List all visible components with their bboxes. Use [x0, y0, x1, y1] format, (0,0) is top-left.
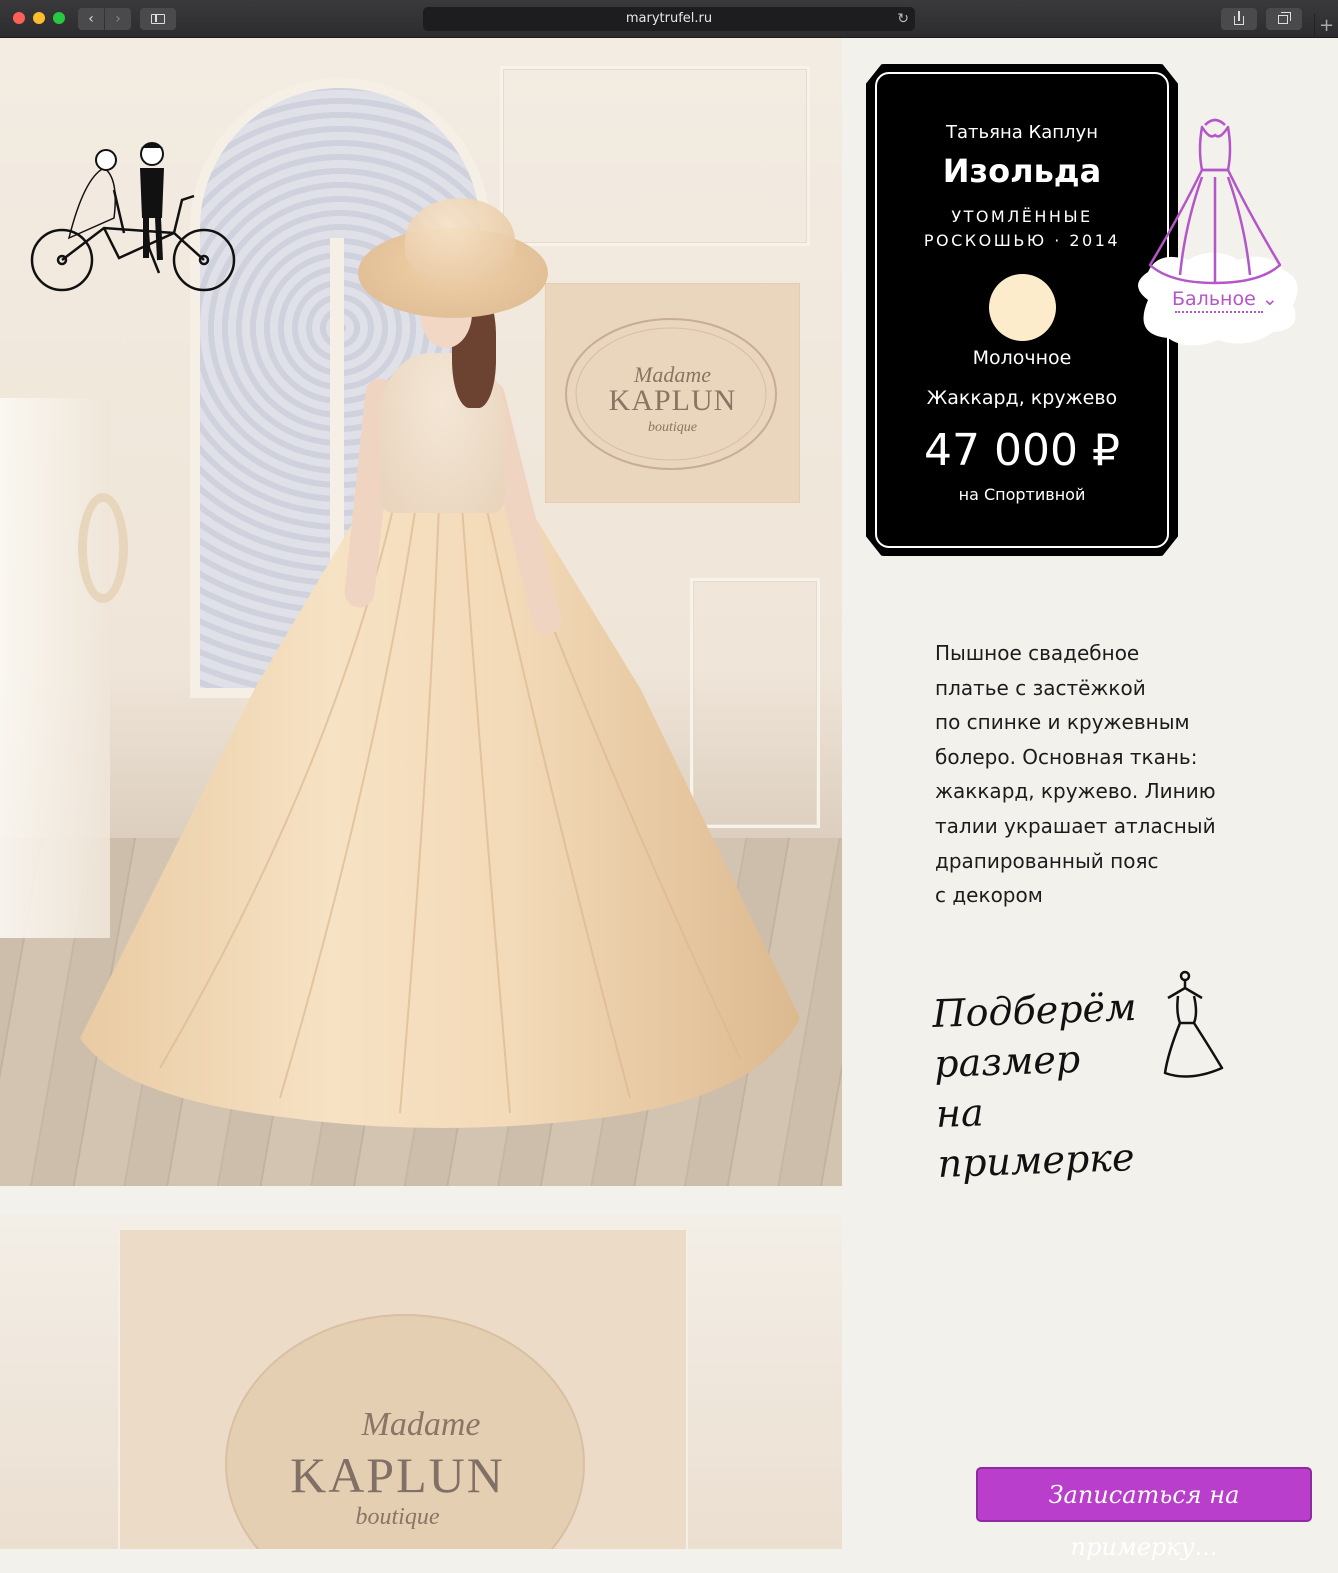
new-tab-button[interactable]: +: [1314, 14, 1338, 38]
sign-brand: KAPLUN: [608, 384, 737, 417]
sidebar-toggle-button[interactable]: [140, 8, 176, 30]
sign-script-2: Madame: [361, 1406, 481, 1443]
url-text: marytrufel.ru: [625, 11, 713, 26]
size-fitting-note: Подберём размер на примерке: [931, 984, 1138, 1186]
back-button[interactable]: ‹: [78, 8, 104, 30]
sidebar-icon: [151, 14, 165, 24]
close-window-button[interactable]: [13, 12, 25, 24]
browser-toolbar: ‹ › marytrufel.ru ↻ +: [0, 0, 1338, 38]
fabric: Жаккард, кружево: [926, 387, 1118, 409]
tandem-bicycle-logo[interactable]: [24, 138, 239, 298]
address-bar[interactable]: marytrufel.ru ↻: [423, 7, 915, 31]
ball-gown-icon[interactable]: [1140, 115, 1290, 290]
collection-name: УТОМЛЁННЫЕ РОСКОШЬЮ · 2014: [923, 207, 1121, 250]
book-fitting-button[interactable]: Записаться на примерку...: [976, 1467, 1312, 1561]
color-name: Молочное: [972, 347, 1072, 369]
chevron-right-icon: ›: [115, 11, 121, 27]
store-location: на Спортивной: [958, 485, 1086, 504]
dress-name: Изольда: [942, 152, 1102, 190]
sign-brand-2: KAPLUN: [290, 1447, 505, 1503]
sign-sub-2: boutique: [355, 1504, 440, 1530]
sign-sub: boutique: [648, 420, 697, 435]
share-button[interactable]: [1221, 8, 1257, 30]
ball-gown: [80, 458, 800, 1128]
color-swatch: [989, 274, 1056, 341]
price: 47 000 ₽: [924, 425, 1120, 476]
designer-name: Татьяна Каплун: [946, 122, 1098, 143]
chevron-down-icon: ⌄: [1261, 288, 1278, 310]
zoom-window-button[interactable]: [53, 12, 65, 24]
minimize-window-button[interactable]: [33, 12, 45, 24]
chevron-left-icon: ‹: [88, 11, 94, 27]
wall-panel: [500, 66, 810, 246]
forward-button[interactable]: ›: [105, 8, 131, 30]
product-photo[interactable]: Madame KAPLUN boutique: [0, 38, 842, 1186]
dress-hanger-icon: [1163, 970, 1224, 1078]
tab-overview-button[interactable]: [1266, 8, 1302, 30]
reload-icon[interactable]: ↻: [897, 7, 909, 31]
silhouette-dropdown[interactable]: Бальное ⌄: [1172, 288, 1278, 310]
product-description: Пышное свадебное платье с застёжкой по с…: [935, 641, 1216, 908]
